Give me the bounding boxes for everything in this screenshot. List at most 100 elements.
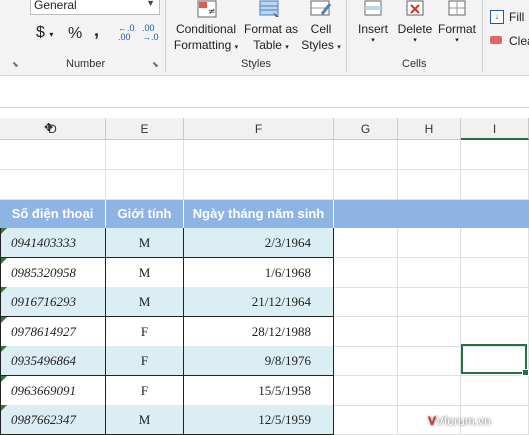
cell-gender[interactable]: M: [106, 287, 184, 317]
format-as-table-button[interactable]: Format as Table ▾: [243, 0, 299, 55]
error-indicator-icon: [1, 346, 7, 352]
grid-cell[interactable]: [461, 170, 529, 200]
grid-cell[interactable]: [461, 228, 529, 258]
increase-decimal-button[interactable]: ←.0 .00: [118, 24, 135, 42]
grid-cell[interactable]: [334, 287, 398, 317]
grid-cell[interactable]: [106, 140, 184, 170]
watermark-text: Vforum.vn: [436, 414, 491, 428]
comma-style-button[interactable]: ,: [94, 20, 99, 41]
column-header-i[interactable]: I: [461, 118, 529, 140]
grid-cell[interactable]: [334, 140, 398, 170]
grid-cell[interactable]: [184, 170, 334, 200]
grid-cell[interactable]: [461, 376, 529, 406]
cells-group-label: Cells: [402, 58, 427, 70]
cell-gender[interactable]: F: [106, 346, 184, 376]
cell-gender[interactable]: M: [106, 228, 184, 258]
selected-cell[interactable]: [461, 344, 529, 376]
cell-styles-icon: [310, 0, 332, 16]
conditional-formatting-button[interactable]: ≠ Conditional Formatting ▾: [172, 0, 240, 55]
clear-label: Clea: [509, 34, 529, 48]
grid-cell[interactable]: [398, 346, 461, 376]
conditional-label-1: Conditional: [175, 22, 237, 36]
grid-cell[interactable]: [334, 405, 398, 435]
cell-birthdate[interactable]: 28/12/1988: [184, 317, 334, 347]
grid-cell[interactable]: [334, 346, 398, 376]
cursor-icon: ✥: [44, 122, 54, 134]
grid-cell[interactable]: [398, 228, 461, 258]
cell-birthdate[interactable]: 1/6/1968: [184, 258, 334, 288]
cell-phone[interactable]: 0941403333: [0, 228, 106, 258]
cell-gender[interactable]: F: [106, 317, 184, 347]
currency-icon: $: [36, 24, 45, 41]
grid-cell[interactable]: [334, 170, 398, 200]
insert-button[interactable]: Insert ▾: [352, 0, 394, 55]
cell-birthdate[interactable]: 21/12/1964: [184, 287, 334, 317]
cell-styles-label-1: Cell: [310, 22, 332, 36]
cell-gender[interactable]: M: [106, 405, 184, 435]
percent-style-button[interactable]: %: [68, 25, 82, 43]
header-phone[interactable]: Số điện thoại: [0, 200, 106, 228]
grid-cell[interactable]: [461, 258, 529, 288]
grid-cell[interactable]: [398, 376, 461, 406]
grid-cell[interactable]: [398, 287, 461, 317]
number-format-value: General: [34, 0, 77, 12]
fill-handle[interactable]: [522, 369, 529, 376]
cell-phone[interactable]: 0916716293: [0, 287, 106, 317]
grid-cell[interactable]: [0, 170, 106, 200]
grid-cell[interactable]: [184, 140, 334, 170]
dialog-launcher-icon[interactable]: ⬊: [12, 60, 19, 69]
grid-cell[interactable]: [106, 170, 184, 200]
insert-cells-icon: [364, 0, 382, 16]
grid-cell[interactable]: [334, 228, 398, 258]
cell-styles-button[interactable]: Cell Styles ▾: [300, 0, 342, 55]
formula-area: [0, 76, 529, 108]
number-dialog-launcher-icon[interactable]: ⬊: [152, 60, 159, 69]
grid-cell[interactable]: [398, 317, 461, 347]
grid-cell[interactable]: [398, 140, 461, 170]
cell-birthdate[interactable]: 12/5/1959: [184, 405, 334, 435]
cell-phone[interactable]: 0978614927: [0, 317, 106, 347]
cell-birthdate[interactable]: 15/5/1958: [184, 376, 334, 406]
grid-cell[interactable]: [334, 317, 398, 347]
increase-decimal-text: .00: [118, 32, 131, 42]
decrease-decimal-icon: →.0: [142, 32, 159, 42]
cell-phone[interactable]: 0935496864: [0, 346, 106, 376]
header-gender[interactable]: Giới tính: [106, 200, 184, 228]
ribbon: General ▼ $ ▾ % , ←.0 .00 .00 →.0 Number…: [0, 0, 529, 76]
cell-gender[interactable]: F: [106, 376, 184, 406]
cell-phone[interactable]: 0985320958: [0, 258, 106, 288]
grid-cell[interactable]: [0, 140, 106, 170]
currency-format-button[interactable]: $ ▾: [36, 24, 53, 42]
delete-button[interactable]: Delete ▾: [394, 0, 436, 55]
grid-cell[interactable]: [398, 258, 461, 288]
grid-cell[interactable]: [334, 376, 398, 406]
grid-cell[interactable]: [461, 140, 529, 170]
format-button[interactable]: Format ▾: [436, 0, 478, 55]
delete-cells-icon: [406, 0, 424, 16]
grid-cell[interactable]: [398, 170, 461, 200]
grid-cell[interactable]: [461, 287, 529, 317]
cell-birthdate[interactable]: 9/8/1976: [184, 346, 334, 376]
error-indicator-icon: [1, 228, 7, 234]
number-group-label: Number: [66, 58, 106, 70]
cell-phone[interactable]: 0963669091: [0, 376, 106, 406]
header-birthdate[interactable]: Ngày tháng năm sinh: [184, 200, 334, 228]
number-format-dropdown[interactable]: General ▼: [30, 0, 160, 15]
column-header-f[interactable]: F: [184, 118, 334, 140]
cell-gender[interactable]: M: [106, 258, 184, 288]
grid-cell[interactable]: [334, 258, 398, 288]
cell-birthdate[interactable]: 2/3/1964: [184, 228, 334, 258]
styles-group-label: Styles: [241, 58, 271, 70]
column-header-e[interactable]: E: [106, 118, 184, 140]
chevron-down-icon: ▾: [413, 37, 417, 44]
fill-down-icon: ↓: [490, 10, 504, 24]
watermark: VVforum.vn: [428, 414, 491, 428]
column-header-g[interactable]: G: [334, 118, 398, 140]
svg-text:≠: ≠: [208, 7, 216, 17]
format-table-label-2: Table ▾: [253, 38, 289, 52]
insert-label: Insert: [357, 22, 388, 36]
decrease-decimal-button[interactable]: .00 →.0: [142, 24, 159, 42]
cell-phone[interactable]: 0987662347: [0, 405, 106, 435]
grid-cell[interactable]: [461, 317, 529, 347]
column-header-h[interactable]: H: [398, 118, 461, 140]
